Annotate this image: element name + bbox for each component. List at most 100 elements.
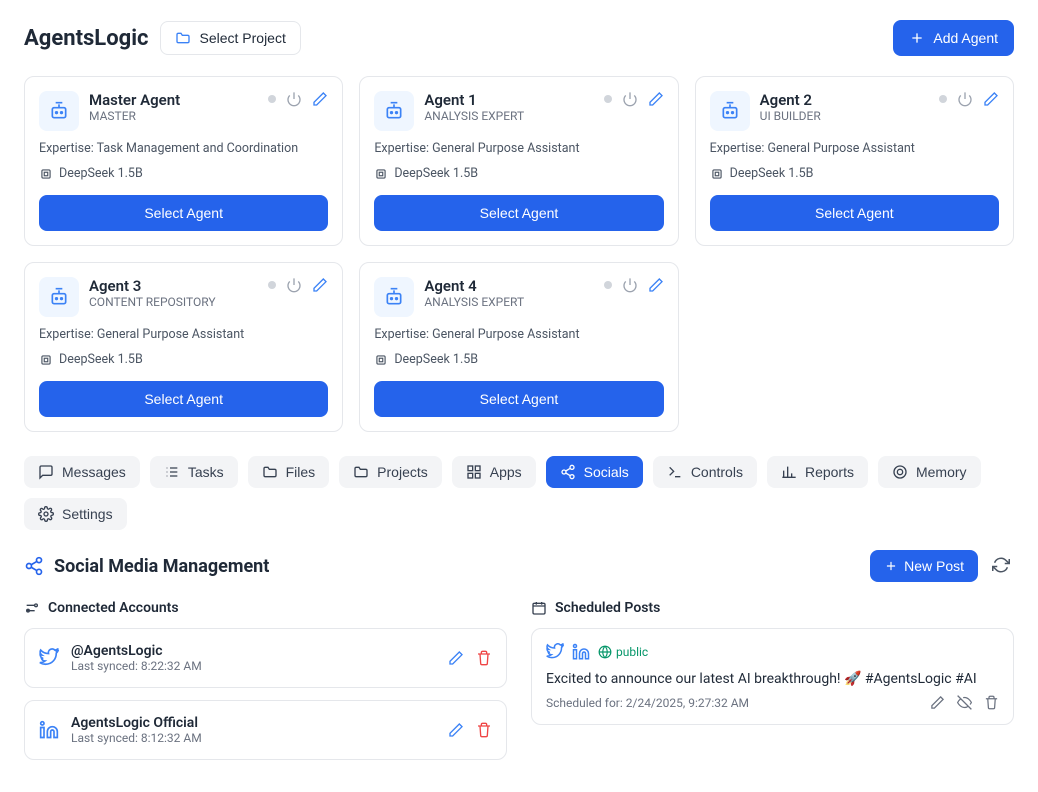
status-dot (604, 95, 612, 103)
scheduled-posts-col: Scheduled Posts public Excited to announ… (531, 600, 1014, 772)
agent-model: DeepSeek 1.5B (39, 166, 328, 181)
pencil-icon[interactable] (448, 650, 464, 666)
power-icon[interactable] (622, 91, 638, 107)
select-agent-button[interactable]: Select Agent (39, 381, 328, 417)
section-header: Social Media Management New Post (24, 550, 1014, 582)
agent-card: Agent 2 UI BUILDER Expertise: General Pu… (695, 76, 1014, 246)
folder-icon (353, 464, 369, 480)
select-project-button[interactable]: Select Project (160, 21, 300, 55)
agent-model: DeepSeek 1.5B (710, 166, 999, 181)
agent-expertise: Expertise: General Purpose Assistant (374, 327, 663, 342)
tab-apps[interactable]: Apps (452, 456, 536, 488)
post-content: Excited to announce our latest AI breakt… (546, 671, 999, 687)
tab-controls[interactable]: Controls (653, 456, 757, 488)
power-icon[interactable] (286, 91, 302, 107)
folder-icon (175, 30, 191, 46)
cpu-icon (710, 167, 724, 181)
page-header: AgentsLogic Select Project Add Agent (24, 20, 1014, 56)
select-agent-button[interactable]: Select Agent (710, 195, 999, 231)
sliders-icon (24, 600, 40, 616)
agent-card: Master Agent MASTER Expertise: Task Mana… (24, 76, 343, 246)
account-sync: Last synced: 8:22:32 AM (71, 659, 436, 673)
plus-icon (884, 559, 898, 573)
scheduled-posts-header: Scheduled Posts (531, 600, 1014, 616)
linkedin-icon (39, 720, 59, 740)
list-icon (164, 464, 180, 480)
agent-model: DeepSeek 1.5B (374, 352, 663, 367)
agent-name: Agent 3 (89, 277, 258, 295)
status-dot (268, 95, 276, 103)
agent-name: Agent 2 (760, 91, 929, 109)
trash-icon[interactable] (476, 650, 492, 666)
folder-icon (262, 464, 278, 480)
trash-icon[interactable] (476, 722, 492, 738)
connected-accounts-header: Connected Accounts (24, 600, 507, 616)
tab-socials[interactable]: Socials (546, 456, 643, 488)
agent-expertise: Expertise: General Purpose Assistant (374, 141, 663, 156)
power-icon[interactable] (622, 277, 638, 293)
agent-expertise: Expertise: General Purpose Assistant (39, 327, 328, 342)
tab-files[interactable]: Files (248, 456, 330, 488)
tab-tasks[interactable]: Tasks (150, 456, 238, 488)
refresh-button[interactable] (988, 552, 1014, 581)
pencil-icon[interactable] (448, 722, 464, 738)
cpu-icon (39, 353, 53, 367)
terminal-icon (667, 464, 683, 480)
pencil-icon[interactable] (648, 91, 664, 107)
select-agent-button[interactable]: Select Agent (39, 195, 328, 231)
agent-expertise: Expertise: General Purpose Assistant (710, 141, 999, 156)
tab-memory[interactable]: Memory (878, 456, 981, 488)
select-agent-button[interactable]: Select Agent (374, 381, 663, 417)
agent-name: Master Agent (89, 91, 258, 109)
status-dot (604, 281, 612, 289)
calendar-icon (531, 600, 547, 616)
select-agent-button[interactable]: Select Agent (374, 195, 663, 231)
pencil-icon[interactable] (648, 277, 664, 293)
tabs-row: Messages Tasks Files Projects Apps Socia… (24, 456, 1014, 530)
pencil-icon[interactable] (930, 695, 945, 710)
agent-card: Agent 4 ANALYSIS EXPERT Expertise: Gener… (359, 262, 678, 432)
power-icon[interactable] (957, 91, 973, 107)
tab-messages[interactable]: Messages (24, 456, 140, 488)
agent-expertise: Expertise: Task Management and Coordinat… (39, 141, 328, 156)
agent-role: UI BUILDER (760, 109, 929, 123)
visibility-badge: public (598, 645, 648, 659)
brand-title: AgentsLogic (24, 26, 148, 51)
pencil-icon[interactable] (312, 91, 328, 107)
account-card: @AgentsLogic Last synced: 8:22:32 AM (24, 628, 507, 688)
bot-icon (710, 91, 750, 131)
tab-projects[interactable]: Projects (339, 456, 442, 488)
tab-reports[interactable]: Reports (767, 456, 868, 488)
account-handle: AgentsLogic Official (71, 715, 436, 731)
bot-icon (39, 91, 79, 131)
account-sync: Last synced: 8:12:32 AM (71, 731, 436, 745)
globe-icon (598, 645, 612, 659)
agent-role: ANALYSIS EXPERT (424, 295, 593, 309)
twitter-icon (39, 648, 59, 668)
share-icon (560, 464, 576, 480)
social-columns: Connected Accounts @AgentsLogic Last syn… (24, 600, 1014, 772)
grid-icon (466, 464, 482, 480)
bot-icon (39, 277, 79, 317)
bot-icon (374, 91, 414, 131)
agent-model: DeepSeek 1.5B (374, 166, 663, 181)
connected-accounts-col: Connected Accounts @AgentsLogic Last syn… (24, 600, 507, 772)
pencil-icon[interactable] (312, 277, 328, 293)
cpu-icon (374, 167, 388, 181)
cpu-icon (39, 167, 53, 181)
post-card: public Excited to announce our latest AI… (531, 628, 1014, 725)
twitter-icon (546, 643, 564, 661)
linkedin-icon (572, 643, 590, 661)
new-post-button[interactable]: New Post (870, 550, 978, 582)
eye-off-icon[interactable] (957, 695, 972, 710)
agents-grid: Master Agent MASTER Expertise: Task Mana… (24, 76, 1014, 432)
message-icon (38, 464, 54, 480)
pencil-icon[interactable] (983, 91, 999, 107)
status-dot (939, 95, 947, 103)
bot-icon (374, 277, 414, 317)
trash-icon[interactable] (984, 695, 999, 710)
tab-settings[interactable]: Settings (24, 498, 127, 530)
add-agent-button[interactable]: Add Agent (893, 20, 1014, 56)
agent-card: Agent 1 ANALYSIS EXPERT Expertise: Gener… (359, 76, 678, 246)
power-icon[interactable] (286, 277, 302, 293)
